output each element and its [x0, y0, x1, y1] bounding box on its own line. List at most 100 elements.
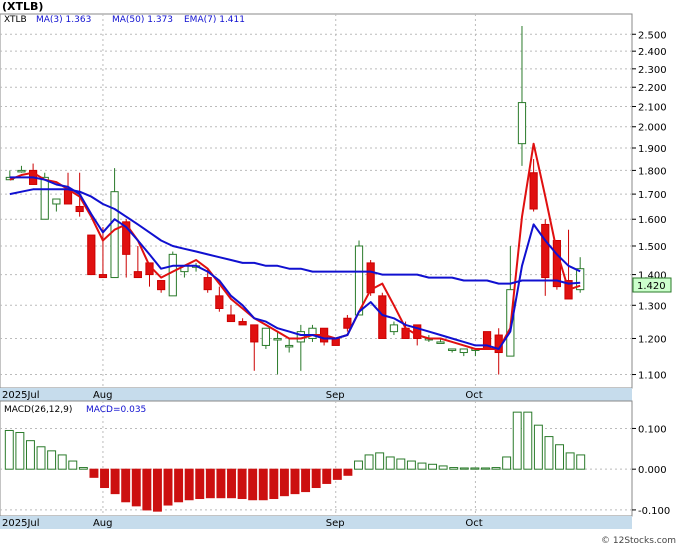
macd-bar	[523, 411, 533, 470]
candle-body	[541, 223, 550, 279]
candle-body	[238, 321, 247, 326]
macd-bar	[100, 468, 109, 489]
price-y-tick-label: 2.200	[638, 83, 667, 94]
candle-body	[517, 102, 527, 145]
macd-value-label: MACD=0.035	[86, 405, 146, 415]
macd-bar	[195, 468, 205, 500]
macd-bar	[290, 468, 300, 495]
price-x-tick-label: Oct	[465, 390, 482, 401]
candle-body	[110, 191, 119, 279]
macd-bar	[205, 468, 215, 499]
legend-symbol: XTLB	[4, 15, 27, 25]
macd-bar	[15, 432, 25, 470]
candle-body	[331, 337, 340, 346]
candle-body	[529, 172, 538, 210]
macd-bar	[343, 468, 353, 476]
macd-y-axis: 0.100 0.000 -0.100	[632, 424, 670, 517]
macd-bar	[216, 468, 226, 499]
macd-bar	[142, 468, 152, 511]
candle-body	[261, 327, 271, 346]
candle-body	[273, 337, 282, 341]
legend-ema7: EMA(7) 1.411	[184, 15, 245, 25]
candle-body	[157, 280, 166, 291]
price-y-tick-label: 1.300	[638, 301, 667, 312]
macd-bar	[459, 467, 469, 470]
macd-bar	[279, 468, 289, 497]
price-x-tick-label: Aug	[93, 390, 113, 401]
price-x-tick-label: 2025Jul	[2, 390, 40, 401]
candle-body	[459, 348, 468, 354]
macd-bar	[47, 450, 57, 470]
macd-bar	[4, 429, 14, 470]
candle-body	[40, 176, 49, 220]
ticker-title: (XTLB)	[2, 0, 43, 13]
price-y-tick-label: 1.500	[638, 242, 667, 253]
candle-body	[87, 234, 96, 276]
macd-bar	[78, 467, 88, 470]
macd-bar	[565, 452, 575, 470]
price-y-tick-label: 1.700	[638, 190, 667, 201]
price-y-tick-label: 1.800	[638, 166, 667, 177]
candle-body	[203, 277, 212, 291]
candle-body	[226, 314, 236, 323]
macd-bar	[544, 436, 554, 470]
price-y-tick-label: 2.400	[638, 47, 667, 58]
macd-bar	[502, 456, 512, 470]
candle-body	[308, 327, 317, 339]
macd-bar	[428, 463, 438, 470]
legend-ma50: MA(50) 1.373	[112, 15, 173, 25]
candle-body	[378, 295, 387, 339]
macd-bar	[110, 468, 120, 495]
candle-body	[98, 274, 108, 279]
macd-y-tick-label: 0.100	[638, 424, 667, 435]
macd-bar	[174, 468, 184, 503]
macd-bar	[417, 462, 427, 470]
macd-bar	[68, 460, 78, 470]
candle-body	[215, 295, 224, 309]
price-y-tick-label: 2.100	[638, 103, 667, 114]
macd-bar	[57, 454, 67, 470]
macd-bar	[364, 454, 374, 470]
macd-bar	[131, 468, 141, 507]
macd-bar	[396, 458, 406, 470]
macd-bar	[237, 468, 247, 500]
macd-bar	[332, 468, 342, 480]
candle-body	[448, 348, 457, 351]
watermark: © 12Stocks.com	[601, 536, 676, 546]
macd-y-tick-label: -0.100	[638, 506, 670, 517]
macd-x-tick-label: Aug	[93, 518, 113, 529]
candle-body	[52, 198, 61, 205]
stock-chart: 2.500 2.400 2.300 2.200 2.100 2.000 1.900 1.800…	[0, 0, 676, 546]
macd-bar	[438, 465, 448, 470]
macd-bar	[470, 467, 480, 470]
macd-bar	[555, 444, 565, 470]
macd-bar	[512, 411, 522, 470]
macd-params-label: MACD(26,12,9)	[4, 405, 72, 415]
macd-bar	[322, 468, 332, 484]
macd-bar	[36, 446, 46, 470]
price-y-axis: 2.500 2.400 2.300 2.200 2.100 2.000 1.900 1.800…	[632, 30, 667, 382]
macd-bar	[152, 468, 162, 512]
macd-bar	[184, 468, 194, 501]
macd-bar	[481, 467, 490, 470]
macd-bar	[25, 440, 35, 470]
macd-bar	[258, 468, 268, 501]
macd-bar	[491, 467, 501, 470]
legend-ma3: MA(3) 1.363	[36, 15, 91, 25]
price-y-tick-label: 2.300	[638, 65, 667, 76]
candle-body	[343, 317, 352, 329]
macd-bar	[269, 468, 279, 500]
macd-bar	[576, 454, 586, 470]
candle-body	[285, 344, 294, 348]
macd-bar	[354, 460, 363, 470]
macd-bar	[533, 424, 543, 470]
macd-y-tick-label: 0.000	[638, 465, 667, 476]
macd-bar	[449, 467, 459, 470]
price-y-tick-label: 1.600	[638, 215, 667, 226]
price-y-tick-label: 2.500	[638, 30, 667, 41]
candle-body	[17, 169, 26, 173]
macd-bar	[301, 468, 311, 493]
price-x-tick-label: Sep	[326, 390, 345, 401]
macd-bar	[163, 468, 173, 506]
price-y-tick-label: 2.000	[638, 123, 667, 134]
